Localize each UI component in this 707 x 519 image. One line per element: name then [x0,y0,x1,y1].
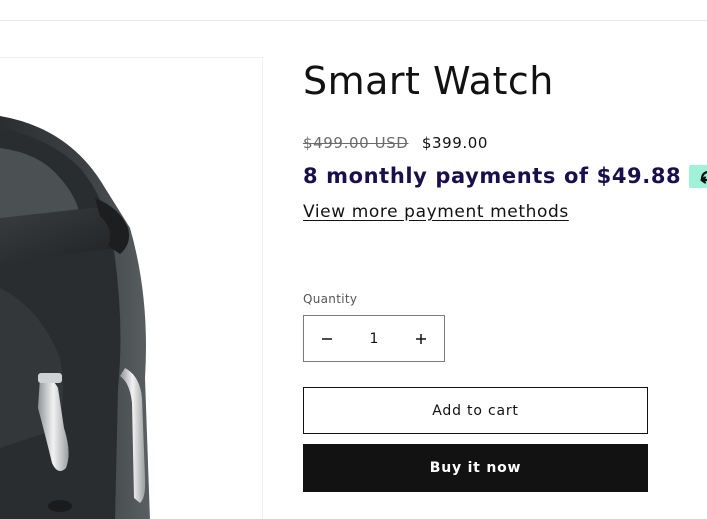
product-title: Smart Watch [303,59,554,103]
compare-at-price: $499.00 USD [303,134,409,152]
affirm-logo-icon[interactable] [689,164,707,188]
minus-icon [322,337,332,340]
quantity-increase-button[interactable] [398,316,444,361]
buy-it-now-button[interactable]: Buy it now [303,444,648,492]
price: $499.00 USD $399.00 [303,134,488,152]
quantity-decrease-button[interactable] [304,316,350,361]
view-more-payment-methods-link[interactable]: View more payment methods [303,202,569,222]
quantity-input[interactable]: 1 [350,331,398,347]
quantity-label: Quantity [303,292,358,306]
installments-message: 8 monthly payments of $49.88 [303,162,707,190]
plus-icon [416,333,426,344]
smart-watch-image [0,116,150,519]
header-divider [0,20,707,21]
installments-text: 8 monthly payments of $49.88 [303,164,682,188]
quantity-stepper: 1 [303,315,445,362]
product-page: Smart Watch $499.00 USD $399.00 8 monthl… [0,0,707,519]
add-to-cart-button[interactable]: Add to cart [303,387,648,434]
sale-price: $399.00 [421,134,489,152]
product-image[interactable] [0,57,263,519]
